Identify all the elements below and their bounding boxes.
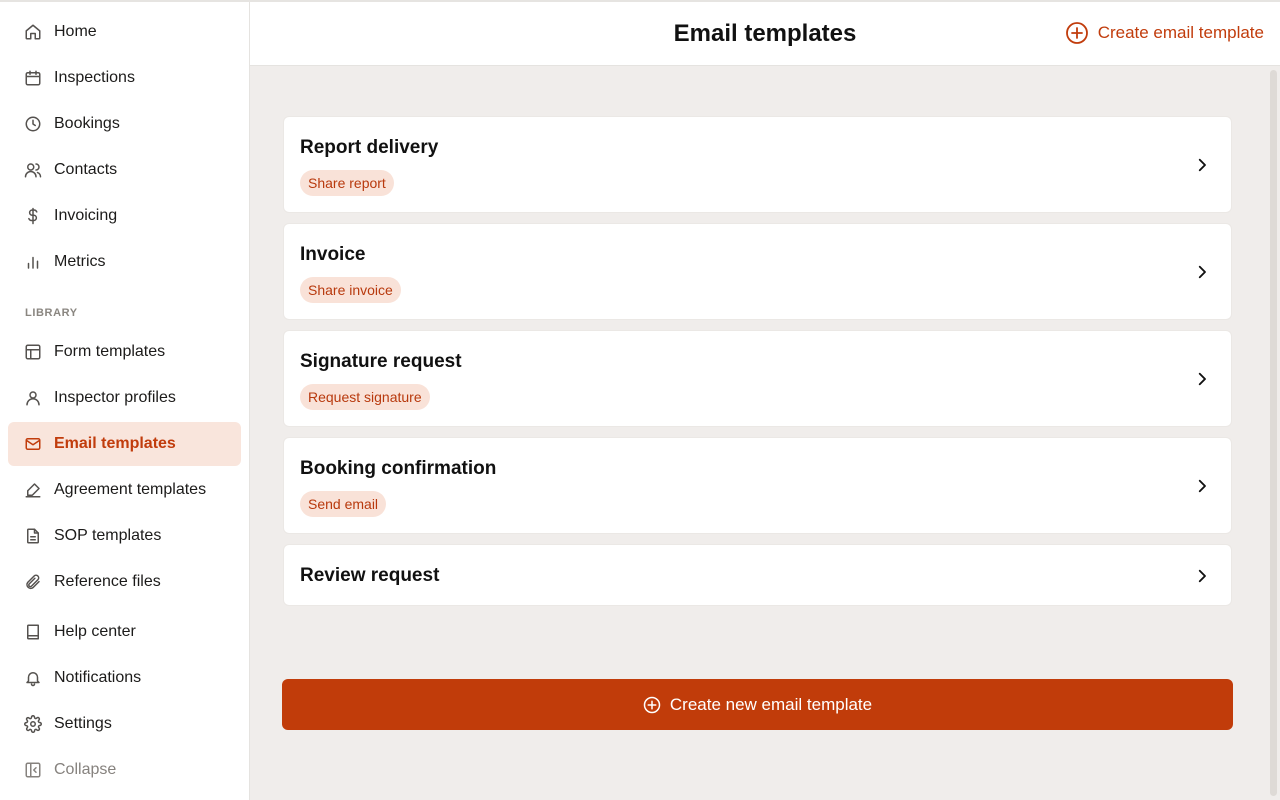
sidebar-item-email-templates[interactable]: Email templates xyxy=(8,422,241,466)
create-email-template-button[interactable]: Create email template xyxy=(1065,21,1264,45)
bar-chart-icon xyxy=(24,253,42,271)
clock-icon xyxy=(24,115,42,133)
template-card-booking-confirmation[interactable]: Booking confirmation Send email xyxy=(283,437,1232,534)
sidebar: Home Inspections Bookings Contacts Invoi… xyxy=(0,2,250,800)
document-icon xyxy=(24,527,42,545)
sidebar-item-label: Settings xyxy=(54,715,112,732)
template-badge: Request signature xyxy=(300,384,430,410)
sidebar-item-bookings[interactable]: Bookings xyxy=(8,102,241,146)
sidebar-item-contacts[interactable]: Contacts xyxy=(8,148,241,192)
sidebar-item-invoicing[interactable]: Invoicing xyxy=(8,194,241,238)
sidebar-item-sop-templates[interactable]: SOP templates xyxy=(8,514,241,558)
template-title: Report delivery xyxy=(300,137,439,158)
chevron-right-icon xyxy=(1193,263,1211,281)
template-title: Booking confirmation xyxy=(300,458,497,479)
book-icon xyxy=(24,623,42,641)
sidebar-item-notifications[interactable]: Notifications xyxy=(8,656,241,700)
sidebar-item-label: Agreement templates xyxy=(54,481,207,498)
sidebar-item-label: Form templates xyxy=(54,343,166,360)
page-header: Email templates Create email template xyxy=(250,2,1280,66)
sidebar-item-label: SOP templates xyxy=(54,527,162,544)
sidebar-item-label: Contacts xyxy=(54,161,118,178)
template-badge: Share invoice xyxy=(300,277,401,303)
sidebar-item-label: Invoicing xyxy=(54,207,118,224)
template-card-invoice[interactable]: Invoice Share invoice xyxy=(283,223,1232,320)
sidebar-item-label: Inspector profiles xyxy=(54,389,176,406)
template-card-signature-request[interactable]: Signature request Request signature xyxy=(283,330,1232,427)
chevron-right-icon xyxy=(1193,156,1211,174)
sidebar-collapse-icon xyxy=(24,761,42,779)
layout-icon xyxy=(24,343,42,361)
create-new-email-template-label: Create new email template xyxy=(669,694,873,714)
signature-icon xyxy=(24,481,42,499)
template-card-report-delivery[interactable]: Report delivery Share report xyxy=(283,116,1232,213)
sidebar-item-label: Bookings xyxy=(54,115,120,132)
sidebar-item-reference-files[interactable]: Reference files xyxy=(8,560,241,604)
library-section-label: LIBRARY xyxy=(25,307,78,319)
sidebar-item-inspections[interactable]: Inspections xyxy=(8,56,241,100)
create-new-email-template-button[interactable]: Create new email template xyxy=(282,679,1233,730)
sidebar-collapse-button[interactable]: Collapse xyxy=(8,748,241,792)
template-badge: Send email xyxy=(300,491,387,517)
mail-icon xyxy=(24,435,42,453)
template-badge: Share report xyxy=(300,170,394,196)
template-title: Invoice xyxy=(300,244,366,265)
sidebar-item-label: Help center xyxy=(54,623,136,640)
chevron-right-icon xyxy=(1193,567,1211,585)
users-icon xyxy=(24,161,42,179)
sidebar-item-metrics[interactable]: Metrics xyxy=(8,240,241,284)
create-email-template-label: Create email template xyxy=(1097,23,1264,42)
sidebar-item-home[interactable]: Home xyxy=(8,10,241,54)
gear-icon xyxy=(24,715,42,733)
home-icon xyxy=(24,23,42,41)
dollar-icon xyxy=(24,207,42,225)
sidebar-item-label: Email templates xyxy=(54,435,176,452)
template-title: Review request xyxy=(300,565,440,586)
template-title: Signature request xyxy=(300,351,462,372)
calendar-icon xyxy=(24,69,42,87)
sidebar-item-agreement-templates[interactable]: Agreement templates xyxy=(8,468,241,512)
user-icon xyxy=(24,389,42,407)
sidebar-item-label: Collapse xyxy=(54,761,117,778)
sidebar-item-inspector-profiles[interactable]: Inspector profiles xyxy=(8,376,241,420)
paperclip-icon xyxy=(24,573,42,591)
sidebar-item-label: Inspections xyxy=(54,69,135,86)
sidebar-item-help-center[interactable]: Help center xyxy=(8,610,241,654)
plus-circle-icon xyxy=(643,696,661,713)
main-content: Report delivery Share report Invoice Sha… xyxy=(250,66,1280,800)
plus-circle-icon xyxy=(1065,22,1088,44)
sidebar-item-label: Notifications xyxy=(54,669,142,686)
sidebar-item-form-templates[interactable]: Form templates xyxy=(8,330,241,374)
scrollbar[interactable] xyxy=(1270,70,1277,796)
sidebar-item-label: Home xyxy=(54,23,97,40)
sidebar-item-label: Reference files xyxy=(54,573,161,590)
sidebar-item-label: Metrics xyxy=(54,253,106,270)
sidebar-item-settings[interactable]: Settings xyxy=(8,702,241,746)
chevron-right-icon xyxy=(1193,477,1211,495)
chevron-right-icon xyxy=(1193,370,1211,388)
template-card-review-request[interactable]: Review request xyxy=(283,544,1232,606)
bell-icon xyxy=(24,669,42,687)
